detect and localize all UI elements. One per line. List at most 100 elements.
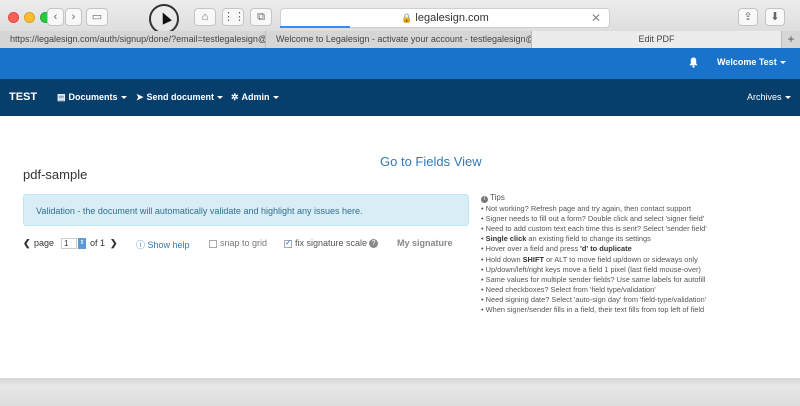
snap-to-grid-toggle[interactable]: snap to grid [209,238,267,248]
browser-bottom-edge [0,378,800,406]
tip-item: • Need signing date? Select 'auto-sign d… [481,295,781,305]
caret-down-icon [272,96,279,100]
caret-down-icon [779,61,786,65]
tip-text: or ALT to move field up/down or sideways… [543,254,698,264]
show-help-label: Show help [147,240,190,250]
tip-item: • Need checkboxes? Select from 'field ty… [481,285,781,295]
browser-tab-active[interactable]: Edit PDF [532,31,782,48]
tips-heading: i Tips [481,193,781,203]
tip-text: • Signer needs to fill out a form? Doubl… [481,214,705,224]
validation-alert: Validation - the document will automatic… [23,194,469,226]
browser-tab-bar: https://legalesign.com/auth/signup/done/… [0,31,800,48]
tip-item: • Hold down SHIFT or ALT to move field u… [481,255,781,265]
tip-item: • Not working? Refresh page and try agai… [481,204,781,214]
tip-emphasis: SHIFT [522,254,544,264]
downloads-button[interactable]: ⬇ [765,8,785,26]
info-icon: i [481,196,488,203]
page-stepper[interactable]: 1 ⇕ [61,238,86,250]
browser-toolbar: ‹ › ▭ ⌂ ⋮⋮ ⧉ 🔒 legalesign.com ✕ ⇪ ⬇ [0,0,800,31]
tip-item: • When signer/sender fills in a field, t… [481,305,781,315]
tip-text: • Up/down/left/right keys move a field 1… [481,264,701,274]
browser-tab[interactable]: Welcome to Legalesign - activate your ac… [266,31,532,48]
bottom-shadow [0,378,800,386]
brand-logo[interactable]: TEST [9,91,37,103]
forward-button[interactable]: › [65,8,82,26]
tips-title: Tips [490,193,505,202]
page-of-label: of 1 [90,238,106,248]
fix-signature-scale-label: fix signature scale [295,238,368,248]
gear-icon: ✲ [231,92,239,102]
tip-item: • Up/down/left/right keys move a field 1… [481,265,781,275]
home-button[interactable]: ⌂ [194,8,216,26]
spinner-icon[interactable]: ⇕ [78,238,86,250]
tip-text: • Hover over a field and press [481,244,581,254]
welcome-label: Welcome Test [717,57,777,67]
tip-item: • Same values for multiple sender fields… [481,275,781,285]
grid-icon: ⋮⋮ [223,11,245,23]
nav-documents-label: Documents [68,92,118,102]
tip-item: • Single click an existing field to chan… [481,234,781,244]
browser-tab-label: https://legalesign.com/auth/signup/done/… [10,34,266,44]
nav-archives-label: Archives [747,92,782,102]
browser-tab[interactable]: https://legalesign.com/auth/signup/done/… [0,31,266,48]
tip-item: • Need to add custom text each time this… [481,224,781,234]
chevron-right-icon: ❯ [110,238,118,248]
page-input[interactable]: 1 [61,238,77,250]
caret-down-icon [120,96,127,100]
user-menu[interactable]: Welcome Test [717,57,786,67]
stop-loading-icon[interactable]: ✕ [591,9,601,27]
fix-signature-scale-checkbox[interactable] [284,238,292,248]
tip-text: • Need signing date? Select 'auto-sign d… [481,294,707,304]
main-content: Go to Fields View pdf-sample Validation … [0,116,800,378]
share-icon: ⇪ [743,11,753,23]
tabs-icon: ⧉ [257,11,265,23]
nav-send-document[interactable]: ➤ Send document [136,92,224,103]
fix-signature-scale-toggle[interactable]: fix signature scale? [284,238,379,249]
home-icon: ⌂ [201,11,209,23]
nav-admin[interactable]: ✲ Admin [231,92,279,103]
address-bar[interactable]: 🔒 legalesign.com ✕ [280,8,610,28]
top-sites-button[interactable]: ⋮⋮ [222,8,245,26]
main-nav: TEST ▤ Documents ➤ Send document ✲ Admin Ar… [0,79,800,116]
bell-icon[interactable] [689,57,698,68]
chevron-left-icon: ❮ [23,238,31,248]
share-button[interactable]: ⇪ [738,8,758,26]
nav-admin-label: Admin [241,92,270,102]
tip-item: • Hover over a field and press 'd' to du… [481,244,781,254]
tip-text: • Need to add custom text each time this… [481,224,707,234]
tip-text: • Need checkboxes? Select from 'field ty… [481,284,656,294]
browser-chrome: ‹ › ▭ ⌂ ⋮⋮ ⧉ 🔒 legalesign.com ✕ ⇪ ⬇ https… [0,0,800,48]
tip-text: • When signer/sender fills in a field, t… [481,305,705,315]
browser-tab-label: Edit PDF [638,34,675,44]
validation-text: Validation - the document will automatic… [36,206,363,216]
show-help-button[interactable]: ⓘ Show help [136,238,190,251]
next-page-button[interactable]: ❯ [110,238,118,249]
close-window-button[interactable] [8,12,19,23]
snap-to-grid-checkbox[interactable] [209,239,217,248]
app-top-bar: Welcome Test [0,48,800,79]
prev-page-button[interactable]: ❮ [23,238,31,249]
url-text: legalesign.com [415,12,489,24]
caret-down-icon [217,96,224,100]
nav-documents[interactable]: ▤ Documents [57,92,127,103]
tabs-overview-button[interactable]: ⧉ [250,8,272,26]
tip-text: • Same values for multiple sender fields… [481,274,706,284]
minimize-window-button[interactable] [24,12,35,23]
nav-archives[interactable]: Archives [747,92,791,102]
tip-text: • Hold down [481,254,523,264]
document-icon: ▤ [57,92,66,102]
my-signature-button[interactable]: My signature [397,238,453,248]
go-to-fields-view-link[interactable]: Go to Fields View [380,154,482,169]
tip-text: an existing field to change its settings [526,234,651,244]
tips-panel: i Tips • Not working? Refresh page and tr… [481,193,781,315]
new-tab-button[interactable]: + [782,31,800,48]
page-title: pdf-sample [23,167,88,182]
lock-icon: 🔒 [401,13,413,23]
download-icon: ⬇ [770,11,780,23]
chevron-right-icon: › [71,11,76,23]
question-icon[interactable]: ? [369,239,379,249]
sidebar-icon: ▭ [91,11,103,23]
sidebar-toggle-button[interactable]: ▭ [86,8,108,26]
back-button[interactable]: ‹ [47,8,64,26]
page-label: page [34,238,55,248]
